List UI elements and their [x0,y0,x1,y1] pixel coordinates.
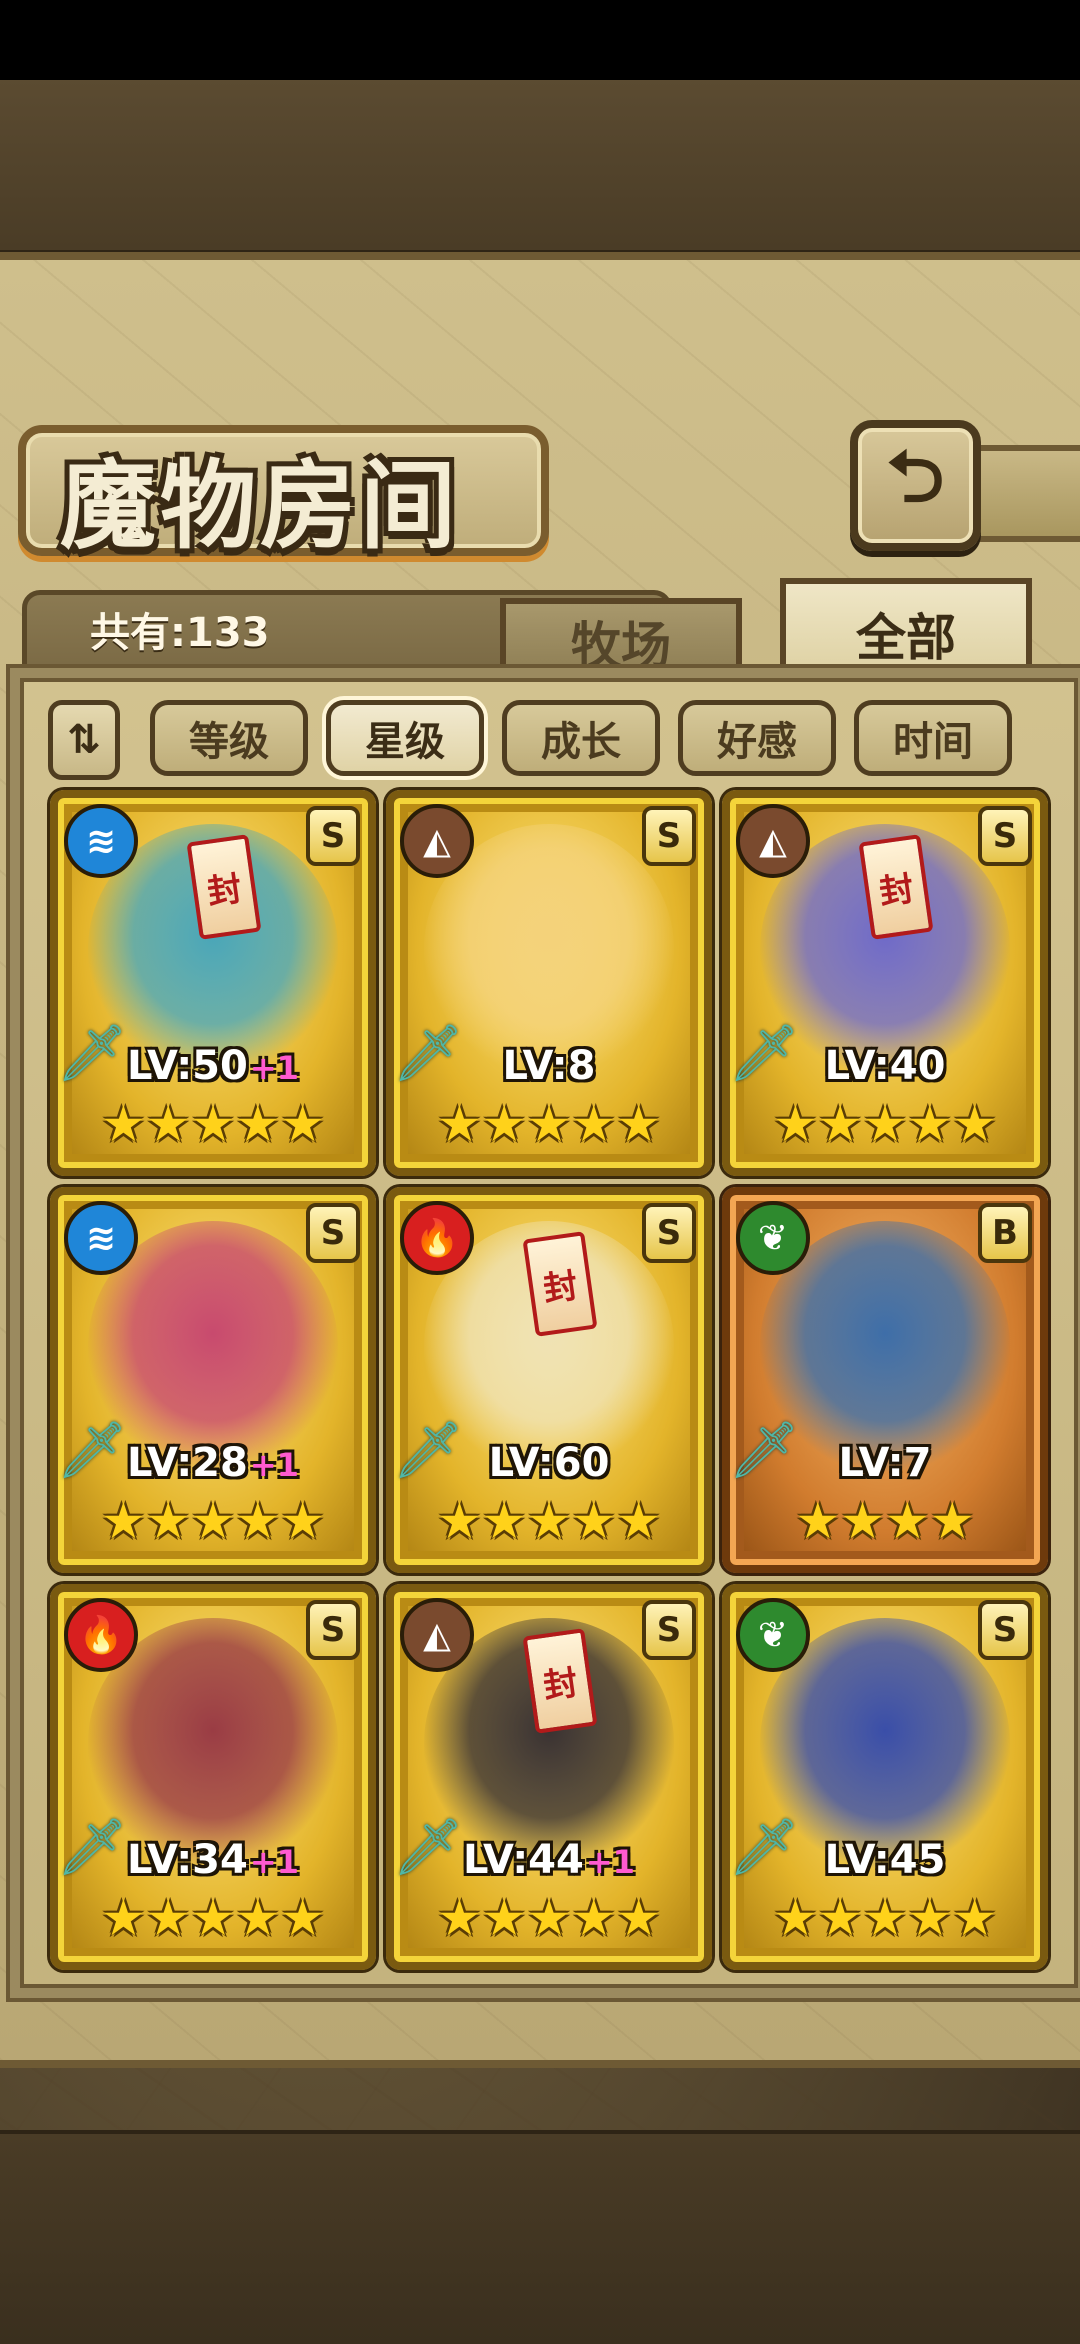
level-label: LV:8 [394,1043,704,1089]
level-value: LV:28 [127,1440,248,1486]
rank-badge: S [306,1600,360,1660]
return-arrow-icon: ⮌ [886,433,945,518]
level-value: LV:7 [838,1440,932,1486]
level-value: LV:34 [127,1837,248,1883]
level-value: LV:60 [488,1440,610,1486]
level-bonus: +1 [249,1843,299,1881]
monster-card[interactable]: ❦ B 🗡 LV:7 ★★★★ [722,1187,1048,1573]
rank-badge: S [978,1600,1032,1660]
flame-icon: 🔥 [414,1218,460,1259]
element-badge: ≋ [64,1201,138,1275]
sort-time-button[interactable]: 时间 [854,700,1012,776]
rank-badge: S [642,806,696,866]
star-rating: ★★★★★ [100,1095,326,1153]
monster-count: 共有:133 [90,610,270,656]
level-label: LV:34+1 [58,1837,368,1883]
element-badge: 🔥 [400,1201,474,1275]
star-rating: ★★★★★ [436,1095,662,1153]
star-rating: ★★★★ [795,1492,975,1550]
level-value: LV:44 [463,1837,584,1883]
flame-icon: 🔥 [78,1615,124,1656]
sort-growth-button[interactable]: 成长 [502,700,660,776]
water-waves-icon: ≋ [85,820,117,862]
mountain-icon: ◭ [423,1614,451,1656]
level-bonus: +1 [249,1049,299,1087]
level-value: LV:50 [127,1043,248,1089]
rank-badge: B [978,1203,1032,1263]
page-title: 魔物房间 [60,449,460,562]
level-label: LV:60 [394,1440,704,1486]
mountain-icon: ◭ [423,820,451,862]
mountain-icon: ◭ [759,820,787,862]
monster-card[interactable]: 封 ◭ S 🗡 LV:44+1 ★★★★★ [386,1584,712,1970]
element-badge: ❦ [736,1201,810,1275]
element-badge: ◭ [400,804,474,878]
monster-card[interactable]: 🔥 S 🗡 LV:34+1 ★★★★★ [50,1584,376,1970]
top-band [0,80,1080,254]
star-rating: ★★★★★ [100,1889,326,1947]
element-badge: ≋ [64,804,138,878]
sort-level-button[interactable]: 等级 [150,700,308,776]
monster-card[interactable]: ≋ S 🗡 LV:28+1 ★★★★★ [50,1187,376,1573]
leaf-icon: ❦ [757,1217,789,1259]
level-value: LV:8 [502,1043,596,1089]
rank-badge: S [306,1203,360,1263]
leaf-icon: ❦ [757,1614,789,1656]
star-rating: ★★★★★ [100,1492,326,1550]
monster-card[interactable]: 封 ≋ S 🗡 LV:50+1 ★★★★★ [50,790,376,1176]
element-badge: ❦ [736,1598,810,1672]
sort-order-toggle[interactable]: ⇅ [48,700,120,780]
sort-affinity-button[interactable]: 好感 [678,700,836,776]
level-label: LV:44+1 [394,1837,704,1883]
bottom-band [0,2130,1080,2344]
rank-badge: S [978,806,1032,866]
element-badge: ◭ [736,804,810,878]
back-button[interactable]: ⮌ [850,420,981,551]
star-rating: ★★★★★ [772,1095,998,1153]
monster-card[interactable]: ◭ S 🗡 LV:8 ★★★★★ [386,790,712,1176]
water-waves-icon: ≋ [85,1217,117,1259]
sort-star-button[interactable]: 星级 [326,700,484,776]
element-badge: ◭ [400,1598,474,1672]
level-value: LV:40 [824,1043,946,1089]
back-button-rail [965,445,1080,542]
level-label: LV:45 [730,1837,1040,1883]
level-label: LV:7 [730,1440,1040,1486]
star-rating: ★★★★★ [772,1889,998,1947]
level-label: LV:40 [730,1043,1040,1089]
element-badge: 🔥 [64,1598,138,1672]
monster-card[interactable]: ❦ S 🗡 LV:45 ★★★★★ [722,1584,1048,1970]
rank-badge: S [642,1600,696,1660]
star-rating: ★★★★★ [436,1492,662,1550]
level-bonus: +1 [585,1843,635,1881]
rank-badge: S [642,1203,696,1263]
monster-card[interactable]: 封 ◭ S 🗡 LV:40 ★★★★★ [722,790,1048,1176]
level-bonus: +1 [249,1446,299,1484]
level-value: LV:45 [824,1837,946,1883]
level-label: LV:28+1 [58,1440,368,1486]
sort-order-icon: ⇅ [67,717,101,763]
star-rating: ★★★★★ [436,1889,662,1947]
rank-badge: S [306,806,360,866]
monster-card[interactable]: 封 🔥 S 🗡 LV:60 ★★★★★ [386,1187,712,1573]
level-label: LV:50+1 [58,1043,368,1089]
sort-bar: ⇅ 等级 星级 成长 好感 时间 [48,700,1048,780]
